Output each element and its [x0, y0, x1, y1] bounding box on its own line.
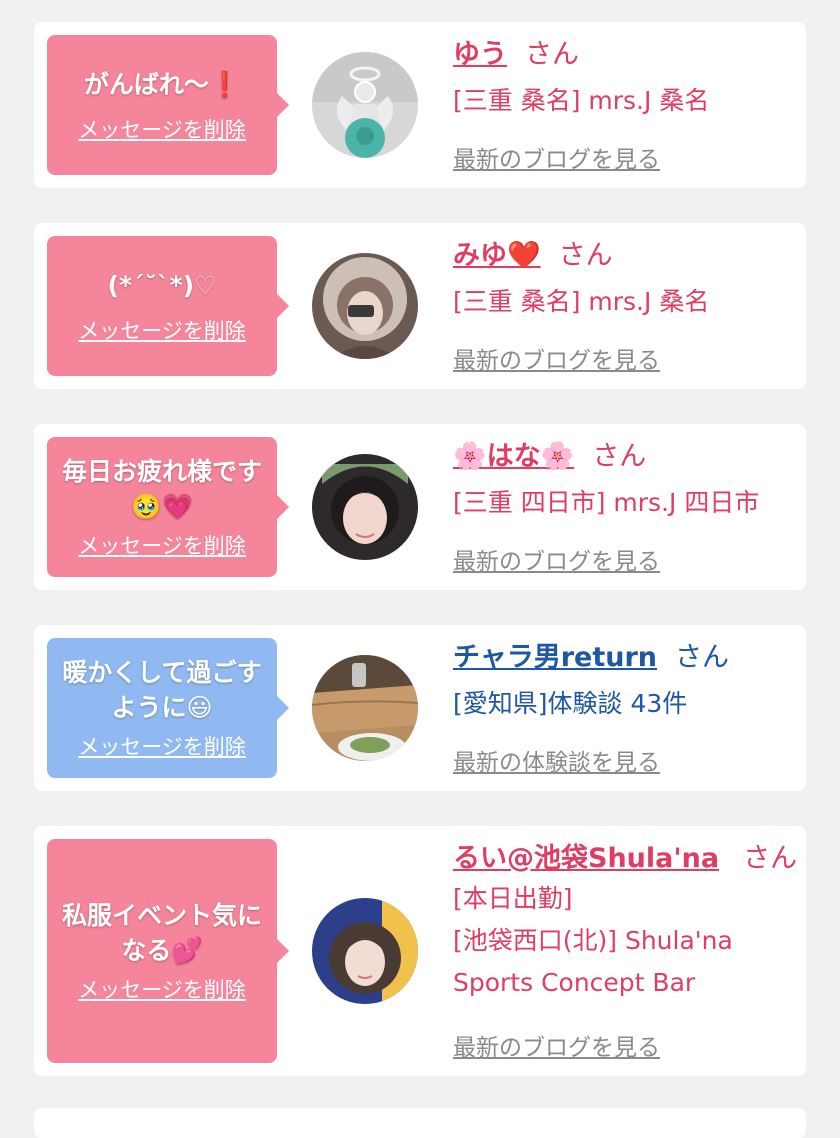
latest-blog-link[interactable]: 最新のブログを見る: [453, 341, 660, 375]
honorific: さん: [558, 240, 613, 271]
user-name-link[interactable]: るい@池袋Shula'na: [453, 843, 719, 874]
user-info: チャラ男return さん [愛知県]体験談 43件: [453, 641, 792, 725]
shop-info: [三重 桑名] mrs.J 桑名: [453, 86, 710, 115]
exclamation-icon: ❗: [208, 69, 241, 99]
delete-message-link[interactable]: メッセージを削除: [78, 315, 246, 345]
review-info: [愛知県]体験談 43件: [453, 689, 688, 718]
latest-review-link[interactable]: 最新の体験談を見る: [453, 743, 660, 777]
avatar[interactable]: [312, 52, 418, 158]
avatar[interactable]: [312, 655, 418, 761]
delete-message-link[interactable]: メッセージを削除: [78, 114, 246, 144]
message-bubble: がんばれ〜❗ メッセージを削除: [47, 35, 289, 175]
honorific: さん: [525, 39, 579, 70]
shop-info: [三重 桑名] mrs.J 桑名: [453, 287, 710, 316]
heart-outline-icon: ♡: [194, 270, 217, 300]
shop-info: [本日出勤] [池袋西口(北)] Shula'na Sports Concept…: [453, 878, 792, 1004]
delete-message-link[interactable]: メッセージを削除: [78, 731, 246, 761]
honorific: さん: [592, 441, 647, 472]
message-text: 暖かくして過ごすように😃: [62, 658, 262, 722]
message-bubble: 暖かくして過ごすように😃 メッセージを削除: [47, 638, 289, 778]
message-bubble: 私服イベント気になる💕 メッセージを削除: [47, 839, 289, 1063]
cherry-blossom-icon: 🌸: [540, 441, 575, 472]
delete-message-link[interactable]: メッセージを削除: [78, 974, 246, 1004]
message-text: 毎日お疲れ様です 🥹💗: [61, 457, 262, 521]
message-text: がんばれ〜❗: [83, 69, 241, 99]
user-name-link[interactable]: 🌸はな🌸: [453, 441, 574, 472]
user-info: るい@池袋Shula'na さん [本日出勤] [池袋西口(北)] Shula'n…: [453, 842, 797, 1004]
message-card: (*´˘`*)♡ メッセージを削除 みゆ❤️ さん [三重 桑名] mrs.J 桑…: [34, 223, 806, 389]
user-info: みゆ❤️ さん [三重 桑名] mrs.J 桑名: [453, 239, 792, 323]
pleading-face-heart-icon: 🥹💗: [130, 492, 194, 521]
latest-blog-link[interactable]: 最新のブログを見る: [453, 542, 660, 576]
latest-blog-link[interactable]: 最新のブログを見る: [453, 140, 660, 174]
message-card: 暖かくして過ごすように😃 メッセージを削除 チャラ男return さん [愛知県]…: [34, 625, 806, 791]
message-text: (*´˘`*)♡: [107, 270, 217, 300]
attendance-status: [本日出勤]: [453, 884, 573, 913]
avatar[interactable]: [312, 454, 418, 560]
user-name-link[interactable]: チャラ男return: [453, 642, 657, 673]
honorific: さん: [675, 642, 730, 673]
avatar[interactable]: [312, 898, 418, 1004]
smiling-face-icon: 😃: [186, 693, 213, 722]
shop-name: Sports Concept Bar: [453, 968, 696, 997]
message-bubble: (*´˘`*)♡ メッセージを削除: [47, 236, 289, 376]
message-list: がんばれ〜❗ メッセージを削除 ゆう さん [三重 桑名] mrs.J 桑名 最…: [0, 0, 840, 1138]
latest-blog-link[interactable]: 最新のブログを見る: [453, 1028, 660, 1062]
heart-icon: ❤️: [507, 240, 541, 271]
user-info: ゆう さん [三重 桑名] mrs.J 桑名: [453, 38, 792, 122]
two-hearts-icon: 💕: [171, 936, 203, 965]
avatar[interactable]: [312, 253, 418, 359]
user-info: 🌸はな🌸 さん [三重 四日市] mrs.J 四日市: [453, 440, 792, 524]
honorific: さん: [743, 843, 798, 874]
message-card: 私服イベント気になる💕 メッセージを削除 るい@池袋Shula'na さん [本日…: [34, 826, 806, 1076]
message-card: 毎日お疲れ様です 🥹💗 メッセージを削除 🌸はな🌸 さん [三重 四日市] mrs.…: [34, 424, 806, 590]
message-text: 私服イベント気になる💕: [61, 901, 262, 965]
user-name-link[interactable]: みゆ❤️: [453, 240, 541, 271]
cherry-blossom-icon: 🌸: [453, 441, 487, 472]
delete-message-link[interactable]: メッセージを削除: [78, 530, 246, 560]
message-card: [34, 1108, 806, 1138]
user-name-link[interactable]: ゆう: [453, 39, 507, 70]
shop-location: [池袋西口(北)] Shula'na: [453, 926, 733, 955]
shop-info: [三重 四日市] mrs.J 四日市: [453, 488, 760, 517]
message-bubble: 毎日お疲れ様です 🥹💗 メッセージを削除: [47, 437, 289, 577]
message-card: がんばれ〜❗ メッセージを削除 ゆう さん [三重 桑名] mrs.J 桑名 最…: [34, 22, 806, 188]
